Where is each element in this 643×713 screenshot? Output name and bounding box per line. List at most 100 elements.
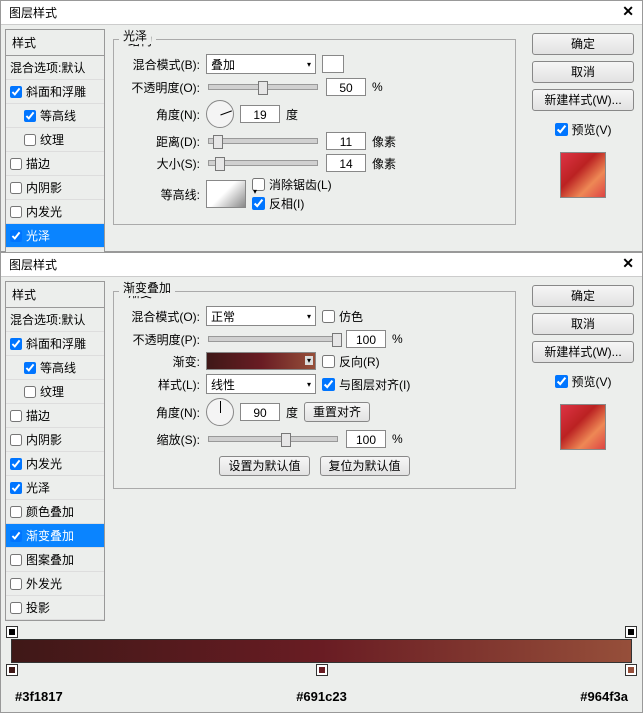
titlebar[interactable]: 图层样式 ✕ [1, 253, 642, 277]
preview-checkbox[interactable] [555, 123, 568, 136]
sidebar-item-patternoverlay[interactable]: 图案叠加 [6, 548, 104, 572]
ok-button[interactable]: 确定 [532, 33, 634, 55]
gradient-label: 渐变: [122, 353, 200, 370]
dither-checkbox[interactable]: 仿色 [322, 308, 363, 325]
blend-mode-combo[interactable]: 叠加▾ [206, 54, 316, 74]
close-icon[interactable]: ✕ [622, 255, 634, 272]
align-checkbox[interactable]: 与图层对齐(I) [322, 376, 410, 393]
make-default-button[interactable]: 设置为默认值 [219, 456, 309, 476]
gradient-editor: #3f1817 #691c23 #964f3a [1, 639, 642, 712]
ok-button[interactable]: 确定 [532, 285, 634, 307]
color-stop[interactable] [625, 664, 637, 676]
preview-thumbnail [560, 404, 606, 450]
panel-title: 渐变叠加 [119, 279, 175, 296]
opacity-input[interactable]: 50 [326, 78, 366, 96]
opacity-input[interactable]: 100 [346, 330, 386, 348]
panel-title: 光泽 [119, 27, 151, 44]
gradient-panel: 渐变叠加 渐变 混合模式(O): 正常▾ 仿色 不透明度(P): 100 % 渐… [109, 281, 524, 621]
color-swatch[interactable] [322, 55, 344, 73]
layer-style-dialog-gradient: 图层样式 ✕ 样式 混合选项:默认 斜面和浮雕 等高线 纹理 描边 内阴影 内发… [0, 252, 643, 713]
angle-input[interactable]: 90 [240, 403, 280, 421]
size-label: 大小(S): [122, 155, 200, 172]
contour-label: 等高线: [122, 186, 200, 203]
blending-options[interactable]: 混合选项:默认 [6, 56, 104, 80]
satin-panel: 光泽 结构 混合模式(B): 叠加▾ 不透明度(O): 50 % 角度(N): [109, 29, 524, 273]
gradient-group: 渐变 混合模式(O): 正常▾ 仿色 不透明度(P): 100 % 渐变: ▾ … [113, 291, 516, 489]
chevron-down-icon: ▾ [307, 312, 311, 321]
sidebar-item-outerglow[interactable]: 外发光 [6, 572, 104, 596]
new-style-button[interactable]: 新建样式(W)... [532, 89, 634, 111]
angle-label: 角度(N): [122, 404, 200, 421]
cancel-button[interactable]: 取消 [532, 313, 634, 335]
sidebar-item-innershadow[interactable]: 内阴影 [6, 176, 104, 200]
opacity-stop[interactable] [6, 626, 18, 638]
opacity-slider[interactable] [208, 336, 338, 342]
antialias-checkbox[interactable]: 消除锯齿(L) [252, 176, 332, 193]
reset-align-button[interactable]: 重置对齐 [304, 402, 370, 422]
cancel-button[interactable]: 取消 [532, 61, 634, 83]
style-label: 样式(L): [122, 376, 200, 393]
size-input[interactable]: 14 [326, 154, 366, 172]
sidebar-item-bevel[interactable]: 斜面和浮雕 [6, 80, 104, 104]
dialog-title: 图层样式 [9, 258, 57, 272]
chevron-down-icon[interactable]: ▾ [305, 356, 313, 365]
blend-mode-combo[interactable]: 正常▾ [206, 306, 316, 326]
chevron-down-icon: ▾ [307, 380, 311, 389]
chevron-down-icon[interactable]: ▾ [253, 187, 257, 196]
distance-label: 距离(D): [122, 133, 200, 150]
close-icon[interactable]: ✕ [622, 3, 634, 20]
opacity-label: 不透明度(P): [122, 331, 200, 348]
sidebar-item-stroke[interactable]: 描边 [6, 404, 104, 428]
styles-sidebar: 样式 混合选项:默认 斜面和浮雕 等高线 纹理 描边 内阴影 内发光 光泽 颜色… [5, 281, 105, 621]
angle-dial[interactable] [206, 398, 234, 426]
invert-checkbox[interactable]: 反相(I) [252, 195, 332, 212]
layer-style-dialog-satin: 图层样式 ✕ 样式 混合选项:默认 斜面和浮雕 等高线 纹理 描边 内阴影 内发… [0, 0, 643, 252]
blending-options[interactable]: 混合选项:默认 [6, 308, 104, 332]
sidebar-item-stroke[interactable]: 描边 [6, 152, 104, 176]
sidebar-item-coloroverlay[interactable]: 颜色叠加 [6, 500, 104, 524]
sidebar-item-satin[interactable]: 光泽 [6, 476, 104, 500]
contour-picker[interactable]: ▾ [206, 180, 246, 208]
sidebar-item-contour[interactable]: 等高线 [6, 356, 104, 380]
gradient-picker[interactable]: ▾ [206, 352, 316, 370]
sidebar-item-innerglow[interactable]: 内发光 [6, 200, 104, 224]
right-buttons: 确定 取消 新建样式(W)... 预览(V) [528, 29, 638, 273]
stop-hex: #964f3a [580, 689, 628, 704]
sidebar-item-contour[interactable]: 等高线 [6, 104, 104, 128]
distance-slider[interactable] [208, 138, 318, 144]
sidebar-header[interactable]: 样式 [6, 30, 104, 56]
preview-checkbox[interactable] [555, 375, 568, 388]
preview-thumbnail [560, 152, 606, 198]
sidebar-item-innershadow[interactable]: 内阴影 [6, 428, 104, 452]
sidebar-item-dropshadow[interactable]: 投影 [6, 596, 104, 620]
sidebar-item-bevel[interactable]: 斜面和浮雕 [6, 332, 104, 356]
color-stop[interactable] [6, 664, 18, 676]
sidebar-item-innerglow[interactable]: 内发光 [6, 452, 104, 476]
sidebar-header[interactable]: 样式 [6, 282, 104, 308]
gradient-bar[interactable] [11, 639, 632, 663]
styles-sidebar: 样式 混合选项:默认 斜面和浮雕 等高线 纹理 描边 内阴影 内发光 光泽 颜色… [5, 29, 105, 273]
stop-hex: #691c23 [296, 689, 347, 704]
angle-dial[interactable] [206, 100, 234, 128]
scale-input[interactable]: 100 [346, 430, 386, 448]
blend-mode-label: 混合模式(O): [122, 308, 200, 325]
sidebar-item-texture[interactable]: 纹理 [6, 380, 104, 404]
stop-hex: #3f1817 [15, 689, 63, 704]
reverse-checkbox[interactable]: 反向(R) [322, 353, 380, 370]
sidebar-item-gradientoverlay[interactable]: 渐变叠加 [6, 524, 104, 548]
new-style-button[interactable]: 新建样式(W)... [532, 341, 634, 363]
angle-input[interactable]: 19 [240, 105, 280, 123]
opacity-slider[interactable] [208, 84, 318, 90]
opacity-stop[interactable] [625, 626, 637, 638]
sidebar-item-texture[interactable]: 纹理 [6, 128, 104, 152]
opacity-label: 不透明度(O): [122, 79, 200, 96]
style-combo[interactable]: 线性▾ [206, 374, 316, 394]
titlebar[interactable]: 图层样式 ✕ [1, 1, 642, 25]
distance-input[interactable]: 11 [326, 132, 366, 150]
size-slider[interactable] [208, 160, 318, 166]
scale-slider[interactable] [208, 436, 338, 442]
reset-default-button[interactable]: 复位为默认值 [320, 456, 410, 476]
sidebar-item-satin[interactable]: 光泽 [6, 224, 104, 248]
color-stop[interactable] [316, 664, 328, 676]
right-buttons: 确定 取消 新建样式(W)... 预览(V) [528, 281, 638, 621]
